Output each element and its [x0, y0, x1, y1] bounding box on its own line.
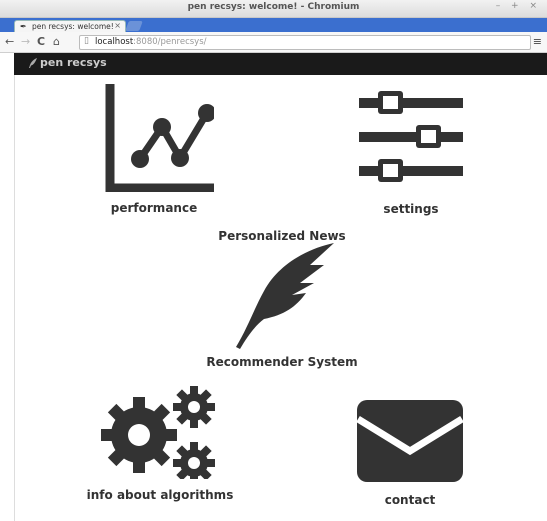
personalized-news-label: Personalized News — [218, 229, 346, 243]
algorithms-tile[interactable]: info about algorithms — [80, 383, 240, 502]
sliders-icon — [359, 91, 463, 182]
performance-tile[interactable]: performance — [84, 82, 224, 215]
address-url: localhost:8080/penrecsys/ — [95, 37, 207, 47]
feather-favicon-icon: ✒ — [20, 22, 27, 31]
brand-label: pen recsys — [40, 56, 107, 69]
page-left-border — [14, 75, 15, 521]
settings-tile[interactable]: settings — [341, 82, 481, 216]
window-controls[interactable]: – + × — [496, 1, 541, 11]
page-icon: ▯ — [84, 36, 89, 46]
window-titlebar: pen recsys: welcome! - Chromium – + × — [0, 0, 547, 18]
contact-label: contact — [384, 493, 436, 507]
reload-button[interactable]: C — [37, 35, 45, 48]
new-tab-button[interactable] — [125, 21, 143, 31]
browser-toolbar: ← → C ⌂ ▯ localhost:8080/penrecsys/ ≡ — [0, 32, 547, 53]
window-title: pen recsys: welcome! - Chromium — [187, 2, 360, 12]
settings-label: settings — [383, 202, 439, 216]
forward-button[interactable]: → — [21, 35, 30, 48]
feather-icon — [29, 58, 37, 68]
envelope-icon — [356, 400, 464, 482]
recommender-system-label: Recommender System — [206, 355, 358, 369]
performance-label: performance — [110, 201, 198, 215]
gears-icon — [101, 386, 215, 484]
tab-close-icon[interactable]: × — [114, 21, 121, 30]
tab-label: pen recsys: welcome! — [32, 22, 114, 31]
line-chart-icon — [105, 84, 218, 193]
page-navbar: pen recsys — [14, 53, 547, 75]
hero-feather — [226, 243, 338, 351]
chrome-menu-icon[interactable]: ≡ — [533, 35, 542, 48]
tab-strip: ✒ pen recsys: welcome! × — [0, 18, 547, 33]
address-bar[interactable]: ▯ localhost:8080/penrecsys/ — [79, 35, 531, 50]
contact-tile[interactable]: contact — [340, 399, 480, 507]
feather-icon — [236, 243, 334, 349]
brand-link[interactable]: pen recsys — [28, 56, 107, 69]
home-button[interactable]: ⌂ — [53, 35, 60, 48]
back-button[interactable]: ← — [5, 35, 14, 48]
algorithms-label: info about algorithms — [86, 488, 234, 502]
